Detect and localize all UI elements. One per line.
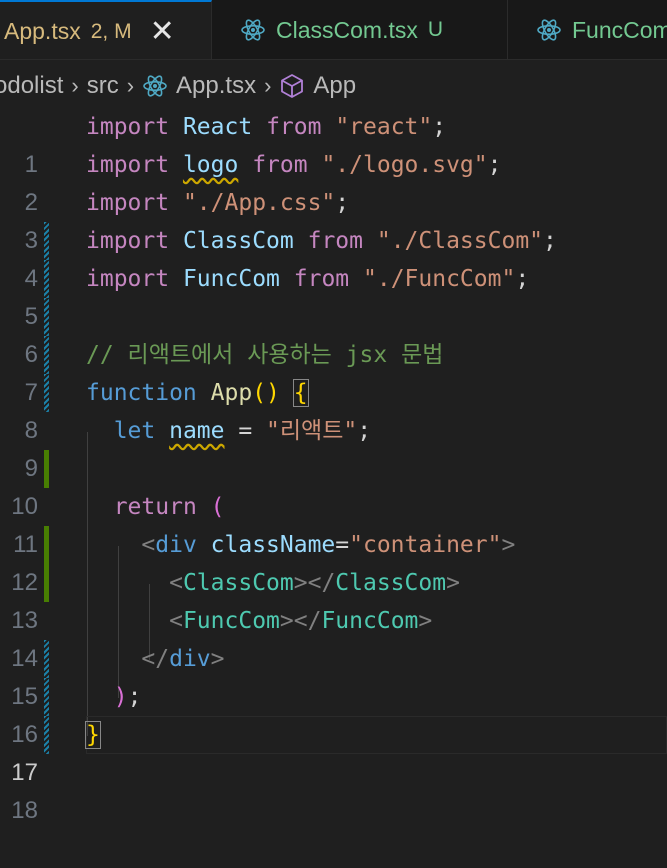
code-line: 8 function App() { [0, 374, 667, 444]
breadcrumb-item-src[interactable]: src [87, 72, 119, 100]
code-comment: // 리액트에서 사용하는 jsx 문법 [86, 342, 444, 368]
react-icon [241, 19, 265, 41]
editor-tab-bar: App.tsx 2, M ✕ ClassCom.tsx U FuncCom [0, 0, 667, 60]
code-line: 12 <div className="container"> [0, 526, 667, 678]
chevron-right-icon: › [71, 73, 79, 98]
warning-squiggle: logo [182, 152, 239, 178]
chevron-right-icon: › [264, 73, 272, 98]
tab-label: App.tsx [4, 18, 81, 44]
close-icon[interactable]: ✕ [150, 16, 175, 47]
code-line: 11 return ( [0, 488, 667, 558]
chevron-right-icon: › [126, 73, 135, 98]
matched-bracket: { [292, 379, 309, 407]
tab-status-badge: U [427, 18, 444, 41]
react-icon [143, 75, 167, 97]
breadcrumb-item-file[interactable]: App.tsx [176, 72, 256, 100]
matched-bracket: } [85, 721, 101, 749]
code-line: 1 import React from "react"; [0, 108, 667, 260]
code-line: 13 <ClassCom></ClassCom> [0, 564, 667, 716]
code-line: 10 [0, 450, 667, 602]
code-line: 4 import ClassCom from "./ClassCom"; [0, 222, 667, 374]
code-line: 5 import FuncCom from "./FuncCom"; [0, 260, 667, 412]
line-number: 18 [11, 797, 38, 824]
code-line: 16 ); [0, 678, 667, 748]
code-line: 9 let name = "리액트"; [0, 412, 667, 564]
code-line: 2 import logo from "./logo.svg"; [0, 146, 667, 298]
code-line: 18 [0, 754, 667, 824]
react-icon [537, 19, 561, 41]
tab-classcom-tsx[interactable]: ClassCom.tsx U [212, 0, 508, 59]
tab-status-badge: 2, M [90, 19, 132, 43]
tab-label: ClassCom.tsx [276, 16, 418, 43]
code-line: 14 <FuncCom></FuncCom> [0, 602, 667, 754]
symbol-method-icon [281, 74, 304, 98]
code-line: 7 // 리액트에서 사용하는 jsx 문법 [0, 336, 667, 488]
code-editor[interactable]: 1 import React from "react"; 2 import lo… [0, 106, 667, 824]
breadcrumb-item-symbol[interactable]: App [313, 72, 356, 100]
breadcrumb: odolist › src › App.tsx › App [0, 60, 667, 112]
code-line-current: 17 } [0, 716, 667, 786]
code-line: 3 import "./App.css"; [0, 184, 667, 336]
tab-funccom[interactable]: FuncCom [508, 0, 667, 59]
warning-squiggle: name [169, 418, 225, 444]
code-line: 6 [0, 298, 667, 368]
code-line: 15 </div> [0, 640, 667, 710]
tab-app-tsx[interactable]: App.tsx 2, M ✕ [0, 0, 212, 59]
tab-label: FuncCom [572, 16, 667, 43]
breadcrumb-item-folder[interactable]: odolist [0, 72, 63, 100]
